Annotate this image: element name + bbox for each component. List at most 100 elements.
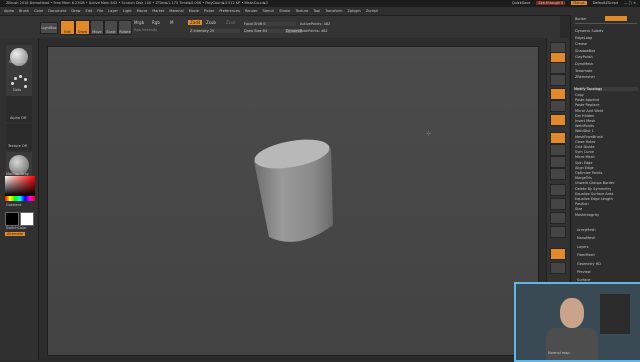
menu-layer[interactable]: Layer [108, 9, 118, 13]
shelf-scroll-button[interactable] [550, 62, 566, 74]
palette-item[interactable]: EdgeLoop [575, 36, 592, 40]
shelf-move-button[interactable] [550, 144, 566, 156]
menu-material[interactable]: Material [169, 9, 183, 13]
alternate-button[interactable]: Alternate [5, 232, 26, 236]
menu-draw[interactable]: Draw [71, 9, 80, 13]
modify-topology-item[interactable]: Position [575, 202, 589, 206]
modify-topology-item[interactable]: Align Edge [575, 166, 594, 170]
modify-topology-item[interactable]: Copy [575, 93, 584, 97]
menu-stencil[interactable]: Stencil [262, 9, 274, 13]
modify-topology-item[interactable]: Sym Curve [575, 150, 594, 154]
menu-color[interactable]: Color [34, 9, 43, 13]
menu-render[interactable]: Render [245, 9, 257, 13]
subpalette-preview[interactable]: Preview [577, 270, 591, 274]
cylinder-mesh[interactable]: ⊹ [48, 47, 538, 355]
modify-topology-item[interactable]: Unweld Groups Border [575, 181, 614, 185]
zsub-button[interactable]: Zsub [206, 20, 216, 25]
scale-button[interactable]: Scale [104, 20, 118, 35]
modify-topology-item[interactable]: WeldPoints [575, 124, 594, 128]
shelf-transp-button[interactable] [550, 212, 566, 224]
secondary-color-swatch[interactable] [20, 212, 34, 226]
modify-topology-item[interactable]: Del Hidden [575, 114, 594, 118]
subpalette-fibermesh[interactable]: FiberMesh [577, 253, 595, 257]
subpalette-nanomesh[interactable]: NanoMesh [577, 236, 595, 240]
menu-stroke[interactable]: Stroke [279, 9, 290, 13]
menu-zplugin[interactable]: Zplugin [347, 9, 360, 13]
z-intensity-slider[interactable]: Z Intensity 25 [190, 29, 240, 33]
rgb-intensity-slider[interactable]: Rgb Intensity [134, 28, 157, 32]
shelf-frame-button[interactable] [550, 132, 566, 144]
quicksave-button[interactable]: QuickSave [512, 1, 531, 5]
subpalette-geometry-hd[interactable]: Geometry HD [577, 262, 601, 266]
menu-tool[interactable]: Tool [313, 9, 320, 13]
menus-button[interactable]: Menus [571, 1, 587, 5]
modify-topology-item[interactable]: Paste Replace [575, 103, 599, 107]
modify-topology-item[interactable]: Close Holes [575, 140, 595, 144]
zadd-button[interactable]: Zadd [188, 20, 203, 25]
menu-document[interactable]: Document [48, 9, 66, 13]
modify-topology-item[interactable]: Size [575, 207, 582, 211]
palette-item[interactable]: Dynamic Subdiv [575, 29, 603, 33]
palette-size-slider[interactable] [605, 16, 627, 21]
menu-zscript[interactable]: Zscript [366, 9, 378, 13]
palette-item[interactable]: ZRemesher [575, 75, 595, 79]
rotate-button[interactable]: Rotate [118, 20, 132, 35]
menu-texture[interactable]: Texture [295, 9, 308, 13]
modify-topology-item[interactable]: MergeTris [575, 176, 592, 180]
menu-picker[interactable]: Picker [204, 9, 214, 13]
palette-item[interactable]: Tessimate [575, 69, 592, 73]
shelf-solo-button[interactable] [550, 248, 566, 260]
menu-macro[interactable]: Macro [137, 9, 148, 13]
modify-topology-item[interactable]: Grid Divide [575, 145, 595, 149]
palette-item[interactable]: ClayPolish [575, 55, 593, 59]
modify-topology-item[interactable]: Insert Mesh [575, 119, 595, 123]
draw-size-slider[interactable]: Draw Size 64 [244, 29, 284, 33]
shelf-zoom-button[interactable] [550, 74, 566, 86]
menu-transform[interactable]: Transform [325, 9, 342, 13]
menu-light[interactable]: Light [123, 9, 132, 13]
modify-topology-header[interactable]: Modify Topology [574, 87, 638, 91]
palette-item[interactable]: DynaMesh [575, 62, 593, 66]
shelf-linefill-button[interactable] [550, 184, 566, 196]
zcut-button[interactable]: Zcut [226, 20, 235, 25]
shelf-polyf-button[interactable] [550, 198, 566, 210]
edit-button[interactable]: Edit [60, 20, 75, 35]
window-controls-icon[interactable]: — ▢ ✕ [624, 1, 636, 5]
modify-topology-item[interactable]: Spin Edge [575, 161, 593, 165]
palette-item[interactable]: ShadowBox [575, 49, 595, 53]
subpalette-layers[interactable]: Layers [577, 245, 589, 249]
menu-file[interactable]: File [97, 9, 103, 13]
brush-slot[interactable] [6, 45, 32, 70]
mrgb-button[interactable]: Mrgb [134, 20, 144, 25]
modify-topology-item[interactable]: Optimize Points [575, 171, 602, 175]
modify-topology-item[interactable]: Equalize Surface Area [575, 192, 613, 196]
focal-shift-slider[interactable]: Focal Shift 0 [244, 22, 296, 26]
switch-color-button[interactable]: SwitchColor [6, 226, 27, 230]
modify-topology-item[interactable]: MeshIntegrity [575, 213, 599, 217]
menu-edit[interactable]: Edit [86, 9, 93, 13]
menu-alpha[interactable]: Alpha [4, 9, 14, 13]
menu-movie[interactable]: Movie [189, 9, 199, 13]
m-button[interactable]: M [170, 20, 173, 25]
see-through-slider[interactable]: See-through 0 [536, 1, 566, 5]
color-picker[interactable] [5, 176, 35, 196]
subpalette-arraymesh[interactable]: ArrayMesh [577, 228, 596, 232]
stroke-slot[interactable] [6, 70, 32, 96]
hue-slider[interactable] [5, 196, 35, 201]
menu-brush[interactable]: Brush [19, 9, 29, 13]
modify-topology-item[interactable]: Mirror And Weld [575, 109, 603, 113]
modify-topology-item[interactable]: WeldDist 1 [575, 129, 594, 133]
shelf-rotate-button[interactable] [550, 168, 566, 180]
modify-topology-item[interactable]: Equalize Edge Length [575, 197, 613, 201]
menu-marker[interactable]: Marker [152, 9, 164, 13]
menu-preferences[interactable]: Preferences [219, 9, 240, 13]
main-color-swatch[interactable] [5, 212, 19, 226]
default-script-button[interactable]: DefaultZScript [593, 1, 618, 5]
shelf-xpose-button[interactable] [550, 262, 566, 274]
shelf-floor-button[interactable] [550, 100, 566, 112]
shelf-persp-button[interactable] [550, 88, 566, 100]
draw-button[interactable]: Draw [75, 20, 90, 35]
move-button[interactable]: Move [90, 20, 104, 35]
rgb-button[interactable]: Rgb [152, 20, 160, 25]
shelf-ghost-button[interactable] [550, 226, 566, 238]
